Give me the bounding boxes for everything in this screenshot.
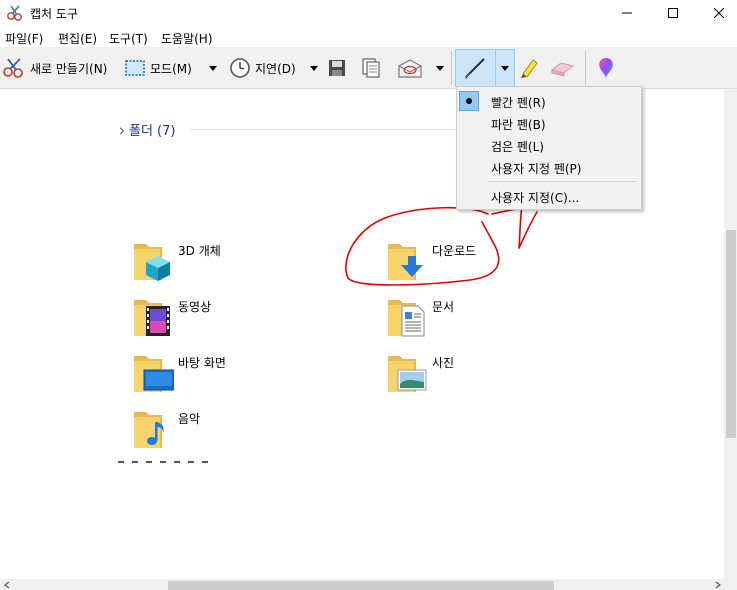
window-title: 캡처 도구 bbox=[30, 7, 78, 21]
toolbar-separator bbox=[451, 51, 452, 85]
pen-split-divider bbox=[495, 49, 496, 87]
menu-item-label: 파란 펜(B) bbox=[491, 118, 546, 132]
eraser-icon bbox=[550, 62, 575, 77]
3d-objects-icon bbox=[134, 244, 170, 281]
folder-desktop[interactable]: 바탕 화면 bbox=[132, 348, 352, 398]
folder-label: 음악 bbox=[178, 412, 201, 426]
folder-label: 문서 bbox=[432, 300, 455, 314]
music-icon bbox=[134, 412, 164, 448]
send-snip-button[interactable] bbox=[397, 54, 423, 82]
rectangle-mode-icon bbox=[125, 60, 145, 76]
menu-item-black-pen[interactable]: 검은 펜(L) bbox=[457, 134, 641, 156]
mode-dropdown-icon[interactable] bbox=[209, 66, 217, 71]
menu-item-custom-pen[interactable]: 사용자 지정 펜(P) bbox=[457, 156, 641, 178]
folder-label: 사진 bbox=[432, 356, 455, 370]
scroll-left-icon[interactable] bbox=[3, 581, 11, 589]
vertical-scroll-thumb[interactable] bbox=[726, 230, 736, 438]
folder-label: 다운로드 bbox=[432, 244, 477, 258]
downloads-icon bbox=[388, 244, 423, 280]
menu-file[interactable]: 파일(F) bbox=[5, 30, 43, 47]
title-bar: 캡처 도구 bbox=[0, 0, 737, 26]
snipping-tool-icon bbox=[7, 5, 22, 21]
menu-item-customize[interactable]: 사용자 지정(C)... bbox=[457, 185, 641, 207]
folders-group-header[interactable]: 폴더 (7) bbox=[116, 120, 176, 139]
maximize-icon bbox=[668, 8, 678, 18]
documents-icon bbox=[388, 300, 425, 337]
delay-button[interactable]: 지연(D) bbox=[229, 54, 296, 82]
menu-item-label: 빨간 펜(R) bbox=[491, 96, 546, 110]
delay-label: 지연(D) bbox=[255, 61, 296, 76]
menu-separator bbox=[487, 181, 637, 182]
save-icon bbox=[329, 60, 345, 76]
menu-bar: 파일(F) 편집(E) 도구(T) 도움말(H) bbox=[0, 27, 737, 47]
pen-dropdown-icon[interactable] bbox=[501, 66, 509, 71]
close-icon bbox=[714, 8, 724, 18]
highlighter-button[interactable] bbox=[517, 54, 541, 82]
folders-group-title: 폴더 (7) bbox=[129, 124, 176, 139]
folder-label: 바탕 화면 bbox=[178, 356, 226, 370]
folder-music[interactable]: 음악 bbox=[132, 404, 352, 454]
menu-help[interactable]: 도움말(H) bbox=[161, 30, 213, 47]
videos-icon bbox=[134, 300, 170, 336]
folder-downloads[interactable]: 다운로드 bbox=[386, 236, 606, 286]
pictures-icon bbox=[388, 356, 427, 392]
minimize-button[interactable] bbox=[604, 0, 650, 26]
menu-item-label: 검은 펜(L) bbox=[491, 140, 544, 154]
paint3d-icon bbox=[599, 58, 613, 78]
group-collapse-icon bbox=[116, 127, 125, 135]
copy-icon bbox=[362, 58, 380, 78]
maximize-button[interactable] bbox=[650, 0, 696, 26]
cut-off-row bbox=[118, 461, 248, 465]
new-snip-button[interactable]: 새로 만들기(N) bbox=[2, 54, 107, 82]
mode-button[interactable]: 모드(M) bbox=[124, 54, 192, 82]
radio-dot-icon bbox=[466, 98, 472, 104]
toolbar: 새로 만들기(N) 모드(M) 지연(D) bbox=[0, 47, 737, 89]
menu-item-label: 사용자 지정(C)... bbox=[491, 191, 580, 205]
desktop-icon bbox=[134, 356, 174, 392]
minimize-icon bbox=[622, 12, 632, 14]
folder-3d-objects[interactable]: 3D 개체 bbox=[132, 236, 352, 286]
menu-tools[interactable]: 도구(T) bbox=[109, 30, 148, 47]
menu-item-blue-pen[interactable]: 파란 펜(B) bbox=[457, 112, 641, 134]
folder-pictures[interactable]: 사진 bbox=[386, 348, 606, 398]
horizontal-scroll-thumb[interactable] bbox=[168, 581, 554, 590]
folder-label: 3D 개체 bbox=[178, 244, 221, 258]
eraser-button[interactable] bbox=[549, 54, 575, 82]
toolbar-separator-2 bbox=[585, 51, 586, 85]
pen-icon bbox=[465, 58, 485, 79]
new-snip-label: 새로 만들기(N) bbox=[30, 61, 108, 76]
pen-dropdown-menu: 빨간 펜(R) 파란 펜(B) 검은 펜(L) 사용자 지정 펜(P) 사용자 … bbox=[456, 86, 642, 210]
close-button[interactable] bbox=[696, 0, 737, 26]
folder-label: 동영상 bbox=[178, 300, 212, 314]
send-dropdown-icon[interactable] bbox=[436, 66, 444, 71]
clock-icon bbox=[230, 58, 250, 78]
scissors-icon bbox=[3, 58, 23, 78]
highlighter-icon bbox=[521, 59, 538, 78]
folder-documents[interactable]: 문서 bbox=[386, 292, 606, 342]
menu-edit[interactable]: 편집(E) bbox=[58, 30, 97, 47]
copy-button[interactable] bbox=[360, 54, 382, 82]
menu-item-red-pen[interactable]: 빨간 펜(R) bbox=[457, 90, 641, 112]
folder-videos[interactable]: 동영상 bbox=[132, 292, 352, 342]
delay-dropdown-icon[interactable] bbox=[310, 66, 318, 71]
mode-label: 모드(M) bbox=[150, 61, 192, 76]
paint3d-button[interactable] bbox=[595, 54, 617, 82]
save-button[interactable] bbox=[327, 54, 347, 82]
menu-item-label: 사용자 지정 펜(P) bbox=[491, 162, 582, 176]
scroll-right-icon[interactable] bbox=[714, 581, 722, 589]
envelope-icon bbox=[398, 59, 422, 78]
